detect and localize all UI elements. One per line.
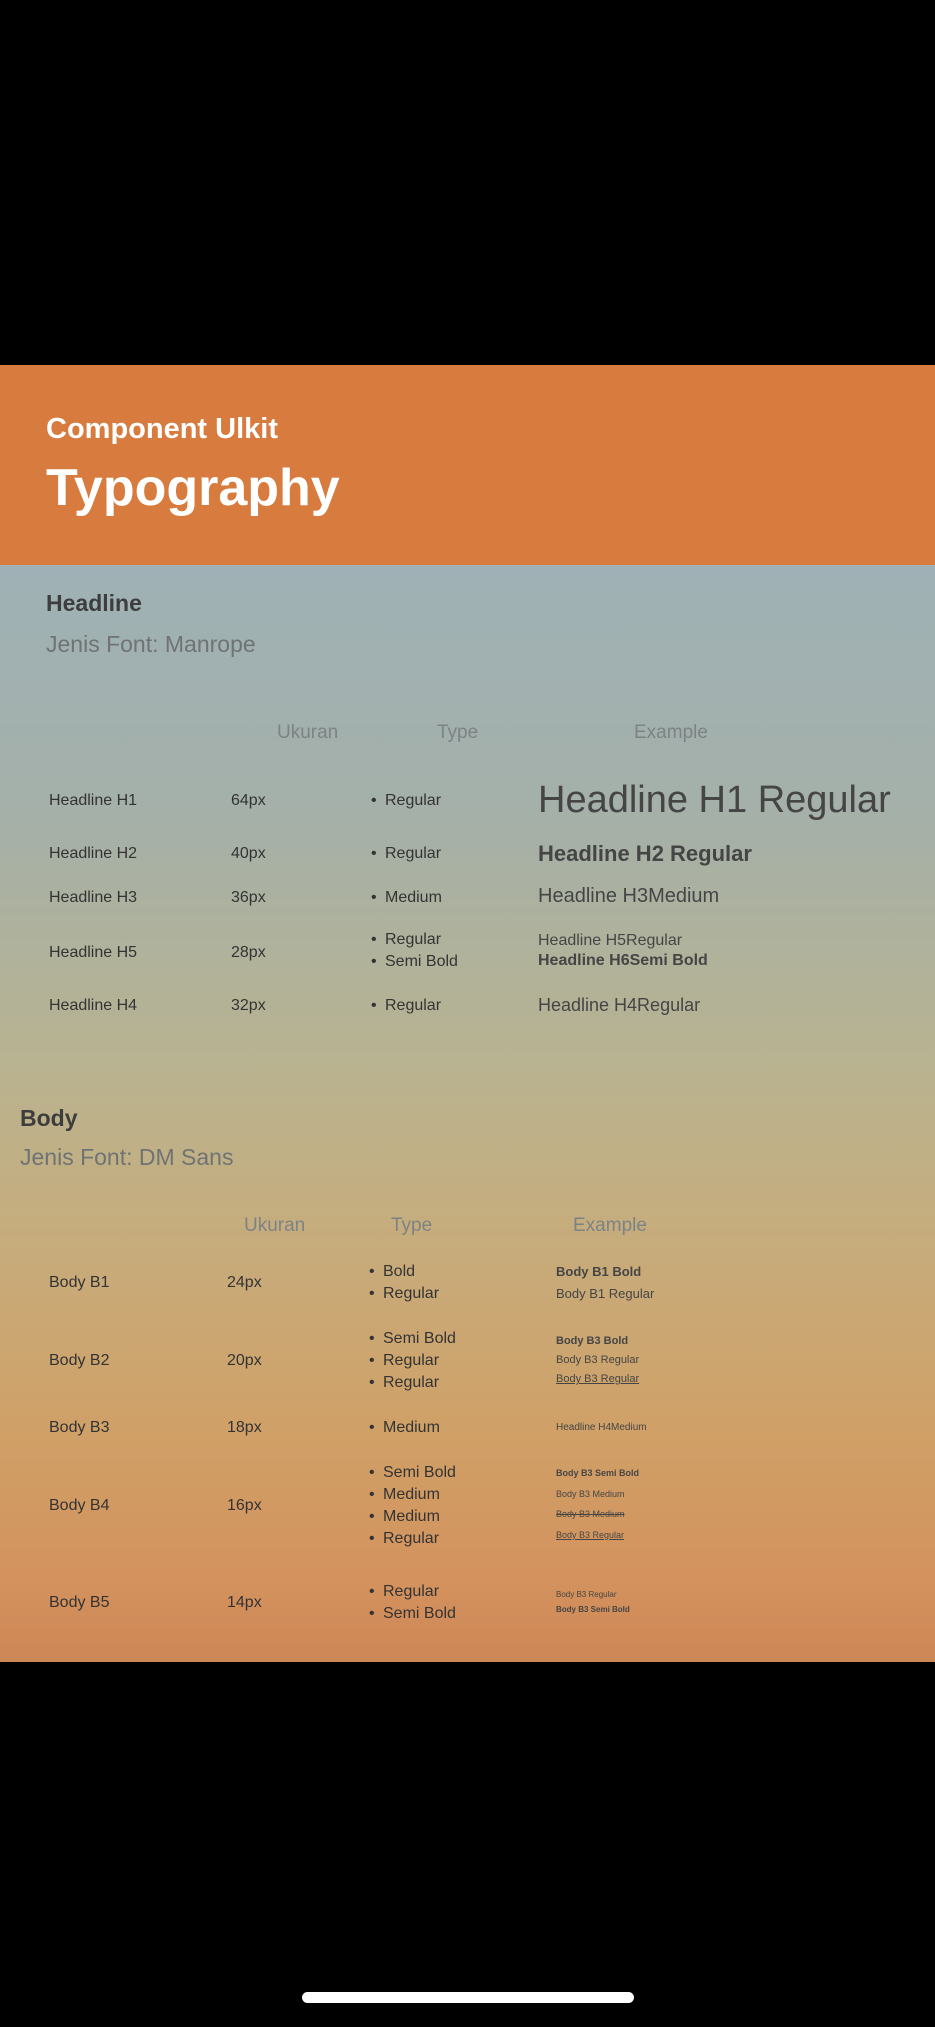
example-text: Body B3 Medium xyxy=(556,1489,625,1499)
table-row-size: 36px xyxy=(231,889,266,906)
example-text: Body B3 Semi Bold xyxy=(556,1468,640,1478)
table-row-size: 14px xyxy=(227,1594,262,1611)
example-text: Headline H2 Regular xyxy=(538,841,752,866)
type-list-item: • Regular xyxy=(369,1352,440,1369)
body-font-label: Jenis Font: DM Sans xyxy=(20,1144,234,1170)
table-row-name: Headline H4 xyxy=(49,997,138,1014)
type-list-item: • Medium xyxy=(369,1508,440,1525)
type-list-item: • Medium xyxy=(371,889,442,906)
header-subtitle: Component Ulkit xyxy=(46,413,278,445)
table-row-size: 32px xyxy=(231,997,266,1014)
type-list-item: • Regular xyxy=(371,997,442,1014)
headline-col-size: Ukuran xyxy=(277,722,339,743)
example-text: Body B3 Regular xyxy=(556,1373,640,1385)
table-row-name: Body B1 xyxy=(49,1274,110,1291)
table-row-name: Body B4 xyxy=(49,1497,110,1514)
example-text: Headline H1 Regular xyxy=(538,779,891,821)
headline-section-title: Headline xyxy=(46,590,142,616)
typography-content: Headline Jenis Font: Manrope Ukuran Type… xyxy=(0,565,935,1662)
example-text: Body B3 Bold xyxy=(556,1335,629,1347)
example-text: Body B3 Regular xyxy=(556,1530,625,1540)
table-row-size: 40px xyxy=(231,845,266,862)
header-banner: Component Ulkit Typography xyxy=(0,365,935,565)
type-list-item: • Medium xyxy=(369,1486,440,1503)
table-row-size: 16px xyxy=(227,1497,262,1514)
type-list-item: • Regular xyxy=(369,1530,440,1547)
table-row-name: Body B3 xyxy=(49,1419,110,1436)
page-title: Typography xyxy=(46,459,340,517)
example-text: Headline H6Semi Bold xyxy=(538,952,708,969)
example-text: Body B3 Semi Bold xyxy=(556,1605,630,1614)
body-section-title: Body xyxy=(20,1105,78,1131)
table-row-size: 28px xyxy=(231,944,266,961)
example-text: Headline H4Regular xyxy=(538,995,701,1015)
headline-col-type: Type xyxy=(437,722,479,743)
type-list-item: • Bold xyxy=(369,1263,416,1280)
type-list-item: • Regular xyxy=(369,1285,440,1302)
type-list-item: • Regular xyxy=(371,845,442,862)
example-text: Headline H4Medium xyxy=(556,1422,647,1433)
type-list-item: • Semi Bold xyxy=(369,1605,456,1622)
type-list-item: • Medium xyxy=(369,1419,440,1436)
table-row-name: Headline H1 xyxy=(49,792,138,809)
example-text: Headline H3Medium xyxy=(538,885,720,907)
table-row-name: Headline H2 xyxy=(49,845,138,862)
type-list-item: • Semi Bold xyxy=(369,1330,456,1347)
headline-font-label: Jenis Font: Manrope xyxy=(46,631,256,657)
example-text: Body B3 Regular xyxy=(556,1354,640,1366)
type-list-item: • Regular xyxy=(371,931,442,948)
home-indicator[interactable] xyxy=(302,1992,634,2003)
example-text: Body B1 Bold xyxy=(556,1264,642,1279)
table-row-size: 18px xyxy=(227,1419,262,1436)
example-text: Body B1 Regular xyxy=(556,1286,655,1301)
table-row-name: Body B2 xyxy=(49,1352,110,1369)
body-col-size: Ukuran xyxy=(244,1215,306,1236)
type-list-item: • Semi Bold xyxy=(371,953,458,970)
body-col-type: Type xyxy=(391,1215,433,1236)
example-text: Body B3 Medium xyxy=(556,1509,625,1519)
type-list-item: • Semi Bold xyxy=(369,1464,456,1481)
type-list-item: • Regular xyxy=(369,1583,440,1600)
table-row-name: Headline H5 xyxy=(49,944,138,961)
type-list-item: • Regular xyxy=(369,1374,440,1391)
table-row-size: 64px xyxy=(231,792,266,809)
table-row-name: Body B5 xyxy=(49,1594,110,1611)
example-text: Body B3 Regular xyxy=(556,1590,617,1599)
table-row-size: 24px xyxy=(227,1274,262,1291)
headline-col-example: Example xyxy=(634,722,708,743)
table-row-name: Headline H3 xyxy=(49,889,138,906)
type-list-item: • Regular xyxy=(371,792,442,809)
table-row-size: 20px xyxy=(227,1352,262,1369)
body-col-example: Example xyxy=(573,1215,647,1236)
example-text: Headline H5Regular xyxy=(538,932,683,949)
